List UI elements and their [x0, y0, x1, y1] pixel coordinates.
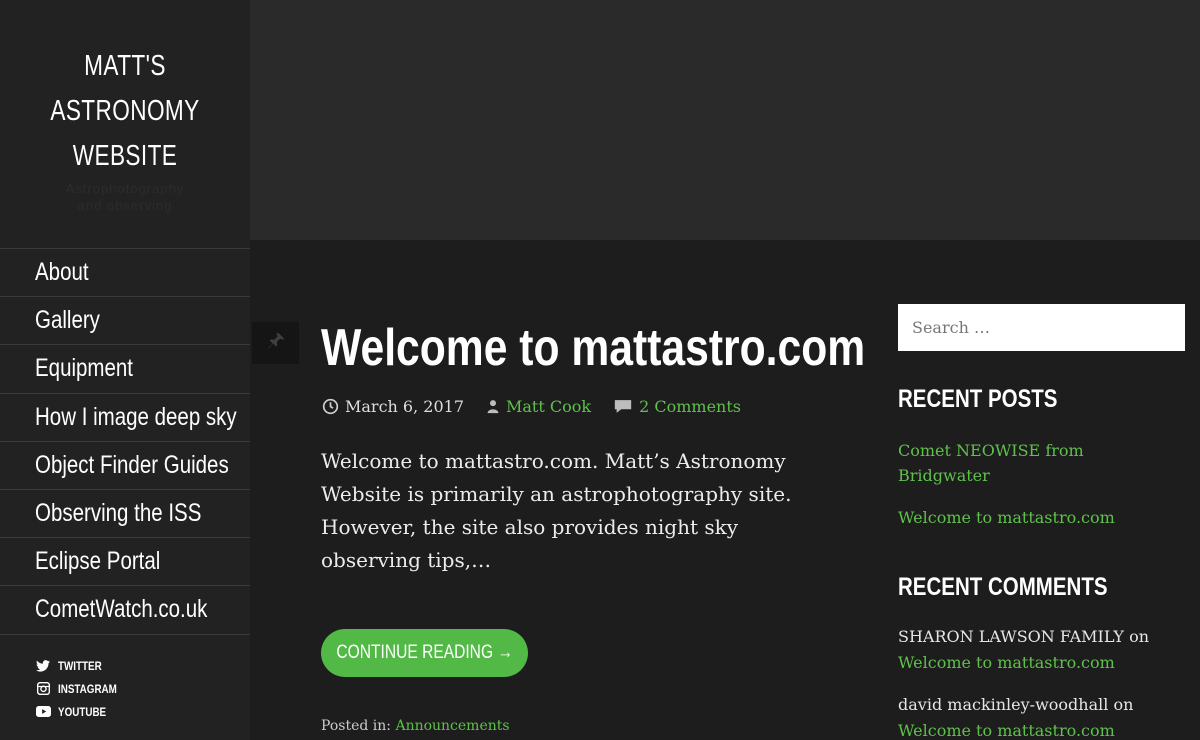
pin-icon: [266, 331, 286, 355]
main-navigation: About Gallery Equipment How I image deep…: [0, 248, 250, 635]
nav-item-object-finder-guides[interactable]: Object Finder Guides: [0, 442, 250, 490]
sidebar: MATT'S ASTRONOMY WEBSITE Astrophotograph…: [0, 0, 250, 740]
comment-on-text: on: [1113, 695, 1134, 714]
nav-item-gallery[interactable]: Gallery: [0, 297, 250, 346]
social-link-label: INSTAGRAM: [58, 681, 117, 696]
comment-post-link[interactable]: Welcome to mattastro.com: [898, 721, 1115, 740]
post-date-text: March 6, 2017: [345, 397, 464, 416]
continue-reading-button[interactable]: CONTINUE READING →: [321, 629, 528, 677]
sticky-post-badge: [252, 322, 299, 364]
recent-comment: SHARON LAWSON FAMILY on Welcome to matta…: [898, 624, 1188, 676]
nav-item-how-i-image-deep-sky[interactable]: How I image deep sky: [0, 394, 250, 442]
person-icon: [487, 400, 499, 414]
site-title-line: ASTRONOMY: [50, 95, 200, 127]
nav-item-label: Equipment: [35, 354, 134, 383]
post-author-link[interactable]: Matt Cook: [506, 397, 591, 416]
comment-icon: [614, 400, 632, 413]
site-tagline: Astrophotography and observing: [0, 180, 250, 214]
continue-reading-label: CONTINUE READING →: [336, 642, 513, 663]
nav-item-label: CometWatch.co.uk: [35, 595, 208, 624]
search-input[interactable]: [898, 304, 1185, 351]
social-link-label: YOUTUBE: [58, 704, 107, 719]
post-categories: Posted in: Announcements: [321, 718, 510, 734]
recent-posts-heading: RECENT POSTS: [898, 385, 1058, 413]
youtube-icon: [35, 704, 51, 720]
tagline-line: and observing: [77, 198, 173, 213]
nav-item-label: Object Finder Guides: [35, 450, 229, 479]
twitter-icon: [35, 658, 51, 674]
nav-item-label: Gallery: [35, 306, 100, 335]
site-title-line: WEBSITE: [72, 140, 178, 172]
nav-item-about[interactable]: About: [0, 249, 250, 298]
post-meta: March 6, 2017 Matt Cook 2 Comments: [322, 397, 763, 416]
category-link[interactable]: Announcements: [395, 718, 509, 734]
nav-item-eclipse-portal[interactable]: Eclipse Portal: [0, 538, 250, 587]
posted-in-label: Posted in:: [321, 718, 391, 734]
post-excerpt: Welcome to mattastro.com. Matt’s Astrono…: [321, 449, 792, 572]
nav-item-observing-the-iss[interactable]: Observing the ISS: [0, 490, 250, 539]
site-title-line: MATT'S: [84, 50, 166, 82]
nav-item-equipment[interactable]: Equipment: [0, 345, 250, 394]
social-link-instagram[interactable]: INSTAGRAM: [35, 677, 130, 700]
header-image-area: [250, 0, 1200, 240]
comment-on-text: on: [1129, 627, 1150, 646]
nav-item-label: About: [35, 258, 89, 287]
post-date[interactable]: March 6, 2017: [322, 397, 464, 416]
social-link-label: TWITTER: [58, 658, 102, 673]
post-author[interactable]: Matt Cook: [486, 397, 591, 416]
instagram-icon: [35, 681, 51, 697]
comment-author: david mackinley-woodhall: [898, 695, 1109, 714]
comment-author: SHARON LAWSON FAMILY: [898, 627, 1124, 646]
post-comments[interactable]: 2 Comments: [613, 397, 741, 416]
nav-item-label: Observing the ISS: [35, 499, 202, 528]
comment-post-link[interactable]: Welcome to mattastro.com: [898, 653, 1115, 672]
recent-comment: david mackinley-woodhall on Welcome to m…: [898, 692, 1188, 740]
clock-icon: [322, 398, 339, 415]
recent-post-link[interactable]: Comet NEOWISE from Bridgwater: [898, 438, 1158, 488]
tagline-line: Astrophotography: [65, 181, 185, 196]
social-link-twitter[interactable]: TWITTER: [35, 654, 130, 677]
nav-item-cometwatch[interactable]: CometWatch.co.uk: [0, 586, 250, 635]
recent-comments-heading: RECENT COMMENTS: [898, 573, 1108, 601]
site-title[interactable]: MATT'S ASTRONOMY WEBSITE: [28, 44, 223, 179]
post-title[interactable]: Welcome to mattastro.com: [321, 318, 865, 378]
post-comments-link[interactable]: 2 Comments: [639, 397, 741, 416]
social-links: TWITTER INSTAGRAM YOUTUBE: [35, 654, 130, 723]
social-link-youtube[interactable]: YOUTUBE: [35, 700, 130, 723]
nav-item-label: Eclipse Portal: [35, 547, 161, 576]
nav-item-label: How I image deep sky: [35, 402, 237, 431]
recent-post-link[interactable]: Welcome to mattastro.com: [898, 505, 1115, 530]
